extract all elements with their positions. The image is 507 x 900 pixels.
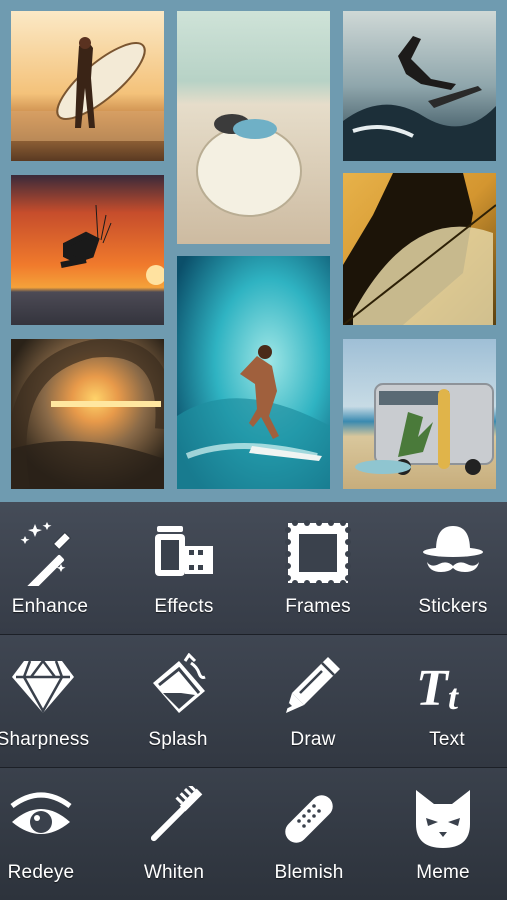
- stamp-frame-icon: [283, 520, 353, 586]
- frames-button[interactable]: Frames: [251, 502, 385, 634]
- collage-photo-wave-tunnel[interactable]: [11, 339, 164, 489]
- collage-photo-camper-van[interactable]: [343, 339, 496, 489]
- tools-row-2: Sharpness Splash Draw Tt Text: [0, 635, 507, 768]
- pencil-icon: [278, 653, 348, 719]
- collage-photo-surfer-jump[interactable]: [343, 11, 496, 161]
- collage-photo-kitesurfer[interactable]: [11, 175, 164, 325]
- collage-photo-surfer-girl[interactable]: [11, 11, 164, 161]
- draw-button[interactable]: Draw: [246, 635, 380, 767]
- tools-row-1: Enhance Effects Frames Stickers: [0, 502, 507, 635]
- svg-text:T: T: [416, 660, 450, 717]
- whiten-button[interactable]: Whiten: [107, 768, 241, 900]
- splash-button[interactable]: Splash: [111, 635, 245, 767]
- text-tt-icon: Tt: [412, 653, 482, 719]
- svg-text:t: t: [448, 677, 459, 717]
- stickers-button[interactable]: Stickers: [386, 502, 507, 634]
- toothbrush-icon: [139, 786, 209, 852]
- redeye-label: Redeye: [7, 862, 75, 883]
- eye-icon: [6, 786, 76, 852]
- frames-label: Frames: [285, 596, 351, 617]
- sharpness-label: Sharpness: [0, 729, 90, 750]
- tools-panel: Enhance Effects Frames Stickers Sharpnes…: [0, 502, 507, 900]
- paint-bucket-icon: [143, 653, 213, 719]
- effects-label: Effects: [154, 596, 214, 617]
- enhance-label: Enhance: [11, 596, 89, 617]
- hat-mustache-icon: [418, 520, 488, 586]
- film-roll-icon: [149, 520, 219, 586]
- bandage-icon: [274, 786, 344, 852]
- collage-photo-surfer-wave[interactable]: [177, 256, 330, 489]
- redeye-button[interactable]: Redeye: [0, 768, 108, 900]
- tools-row-3: Redeye Whiten Blemish Meme: [0, 768, 507, 900]
- sharpness-button[interactable]: Sharpness: [0, 635, 110, 767]
- cat-face-icon: [408, 786, 478, 852]
- magic-wand-icon: [15, 520, 85, 586]
- splash-label: Splash: [148, 729, 208, 750]
- photo-collage: [0, 0, 507, 502]
- enhance-button[interactable]: Enhance: [0, 502, 117, 634]
- stickers-label: Stickers: [418, 596, 488, 617]
- blemish-button[interactable]: Blemish: [242, 768, 376, 900]
- blemish-label: Blemish: [274, 862, 344, 883]
- collage-photo-surfboard-sand[interactable]: [177, 11, 330, 244]
- text-label: Text: [429, 729, 465, 750]
- whiten-label: Whiten: [143, 862, 205, 883]
- text-button[interactable]: Tt Text: [380, 635, 507, 767]
- collage-photo-surfer-silhouette[interactable]: [343, 173, 496, 325]
- meme-label: Meme: [416, 862, 470, 883]
- effects-button[interactable]: Effects: [117, 502, 251, 634]
- diamond-icon: [8, 653, 78, 719]
- draw-label: Draw: [290, 729, 336, 750]
- meme-button[interactable]: Meme: [376, 768, 507, 900]
